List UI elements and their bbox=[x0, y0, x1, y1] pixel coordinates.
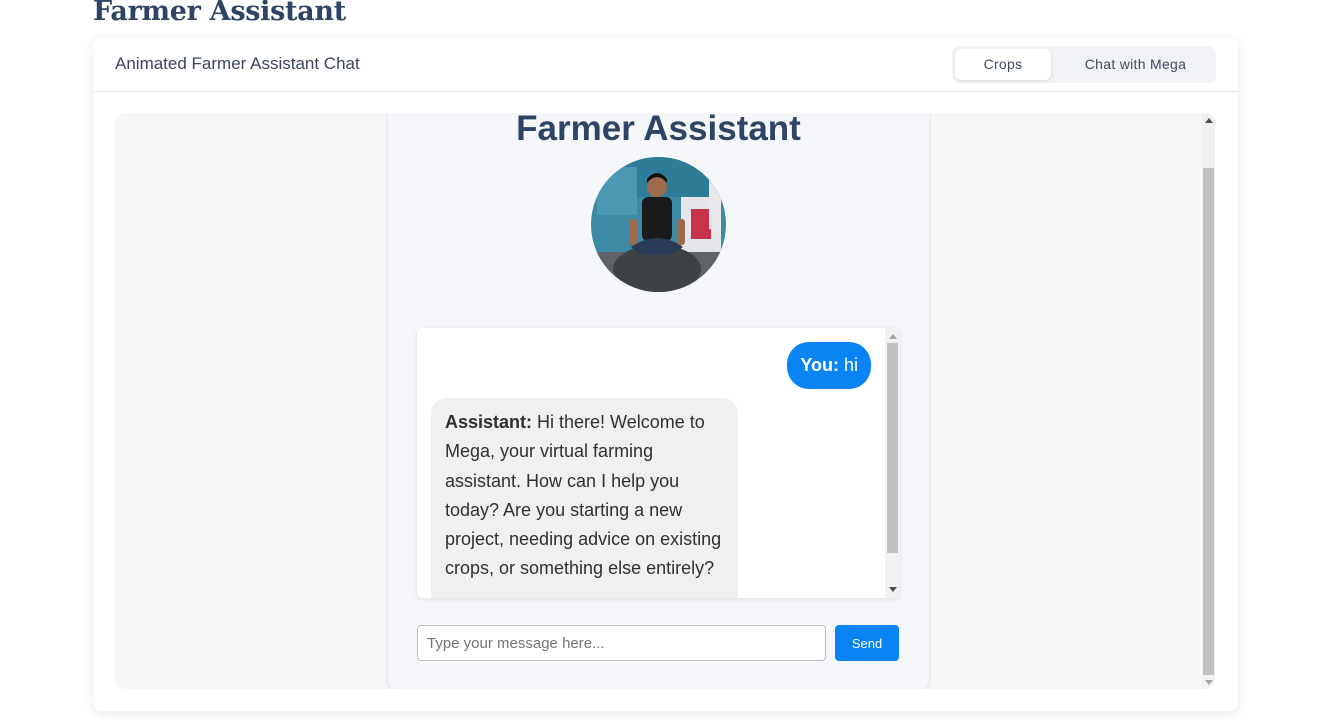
tab-list: Crops Chat with Mega bbox=[952, 46, 1216, 83]
assistant-message: Assistant: Hi there! Welcome to Mega, yo… bbox=[431, 398, 738, 598]
app-frame: Farmer Assistant You: hi Assistant: Hi t… bbox=[115, 113, 1215, 689]
assistant-sender-label: Assistant: bbox=[445, 412, 533, 432]
assistant-message-text: Hi there! Welcome to Mega, your virtual … bbox=[445, 412, 722, 579]
user-message-text: hi bbox=[838, 355, 858, 375]
frame-scrollbar[interactable] bbox=[1202, 113, 1215, 689]
send-button[interactable]: Send bbox=[835, 625, 899, 661]
scroll-up-icon[interactable] bbox=[1205, 118, 1213, 123]
message-input[interactable] bbox=[417, 625, 826, 661]
scroll-up-icon[interactable] bbox=[889, 334, 897, 339]
assistant-app: Farmer Assistant You: hi Assistant: Hi t… bbox=[388, 113, 929, 689]
card-title: Animated Farmer Assistant Chat bbox=[115, 54, 360, 73]
card-header: Animated Farmer Assistant Chat Crops Cha… bbox=[93, 38, 1238, 92]
chat-card: Animated Farmer Assistant Chat Crops Cha… bbox=[93, 38, 1238, 711]
frame-scrollbar-thumb[interactable] bbox=[1203, 168, 1214, 675]
chat-scrollbar-thumb[interactable] bbox=[887, 343, 898, 553]
scroll-down-icon[interactable] bbox=[1205, 680, 1213, 685]
app-title: Farmer Assistant bbox=[516, 113, 801, 148]
chat-messages[interactable]: You: hi Assistant: Hi there! Welcome to … bbox=[417, 328, 900, 598]
avatar bbox=[591, 157, 726, 292]
scroll-down-icon[interactable] bbox=[889, 587, 897, 592]
tab-chat-with-mega[interactable]: Chat with Mega bbox=[1058, 49, 1213, 80]
user-message: You: hi bbox=[787, 342, 871, 389]
chat-scrollbar[interactable] bbox=[885, 328, 900, 598]
tab-crops[interactable]: Crops bbox=[955, 49, 1051, 80]
avatar-photo bbox=[591, 157, 726, 292]
user-sender-label: You: bbox=[800, 355, 839, 375]
page-title: Farmer Assistant bbox=[93, 0, 346, 27]
